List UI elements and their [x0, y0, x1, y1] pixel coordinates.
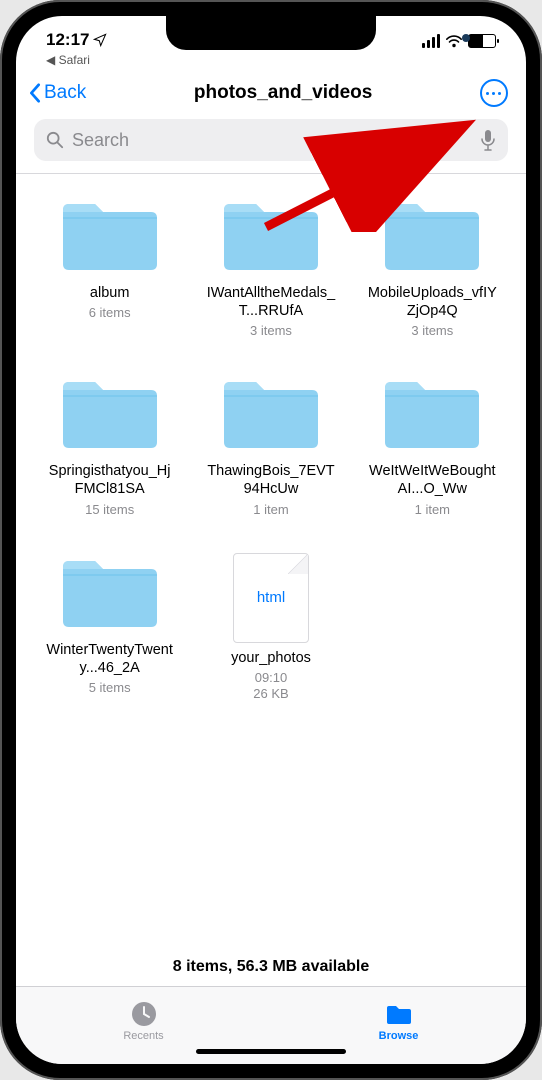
chevron-left-icon — [28, 83, 42, 103]
battery-icon — [468, 34, 496, 48]
item-meta: 09:10 — [255, 670, 288, 685]
item-name: album — [90, 284, 130, 302]
footer-status: 8 items, 56.3 MB available — [16, 940, 526, 986]
search-input[interactable]: Search — [34, 119, 508, 161]
file-icon: html — [233, 553, 309, 643]
item-name: Springisthatyou_HjFMCl81SA — [45, 462, 175, 498]
ellipsis-icon — [486, 92, 501, 95]
folder-item[interactable]: MobileUploads_vfIYZjOp4Q 3 items — [357, 196, 508, 338]
search-icon — [46, 131, 64, 149]
file-grid: album 6 items IWantAlltheMedals_T...RRUfA 3… — [16, 174, 526, 940]
back-label: Back — [44, 82, 86, 104]
folder-item[interactable]: ThawingBois_7EVT94HcUw 1 item — [195, 374, 346, 516]
tab-browse[interactable]: Browse — [271, 987, 526, 1054]
wifi-icon — [445, 34, 463, 48]
tab-label: Recents — [123, 1030, 163, 1042]
nav-bar: Back photos_and_videos — [16, 69, 526, 115]
back-to-app[interactable]: ◀ Safari — [46, 53, 90, 67]
status-time: 12:17 — [46, 30, 89, 50]
item-meta: 5 items — [89, 680, 131, 695]
folder-item[interactable]: IWantAlltheMedals_T...RRUfA 3 items — [195, 196, 346, 338]
home-indicator[interactable] — [196, 1049, 346, 1054]
tab-label: Browse — [379, 1030, 419, 1042]
page-title: photos_and_videos — [194, 82, 372, 104]
signal-icon — [422, 34, 440, 48]
folder-item[interactable]: WeItWeItWeBoughtAI...O_Ww 1 item — [357, 374, 508, 516]
item-meta: 1 item — [253, 502, 288, 517]
item-name: your_photos — [231, 649, 311, 667]
item-meta: 1 item — [415, 502, 450, 517]
item-name: MobileUploads_vfIYZjOp4Q — [367, 284, 497, 320]
folder-item[interactable]: Springisthatyou_HjFMCl81SA 15 items — [34, 374, 185, 516]
item-meta2: 26 KB — [253, 686, 288, 701]
item-name: ThawingBois_7EVT94HcUw — [206, 462, 336, 498]
folder-item[interactable]: WinterTwentyTwenty...46_2A 5 items — [34, 553, 185, 701]
location-icon — [93, 33, 107, 47]
item-name: WeItWeItWeBoughtAI...O_Ww — [367, 462, 497, 498]
file-item[interactable]: html your_photos 09:1026 KB — [195, 553, 346, 701]
folder-icon — [384, 1000, 414, 1028]
item-meta: 15 items — [85, 502, 134, 517]
item-meta: 3 items — [411, 323, 453, 338]
tab-recents[interactable]: Recents — [16, 987, 271, 1054]
mic-icon[interactable] — [480, 129, 496, 151]
item-meta: 3 items — [250, 323, 292, 338]
clock-icon — [129, 1000, 159, 1028]
search-placeholder: Search — [72, 130, 472, 151]
item-meta: 6 items — [89, 305, 131, 320]
item-name: WinterTwentyTwenty...46_2A — [45, 641, 175, 677]
back-button[interactable]: Back — [28, 82, 86, 104]
more-button[interactable] — [480, 79, 508, 107]
item-name: IWantAlltheMedals_T...RRUfA — [206, 284, 336, 320]
folder-item[interactable]: album 6 items — [34, 196, 185, 338]
